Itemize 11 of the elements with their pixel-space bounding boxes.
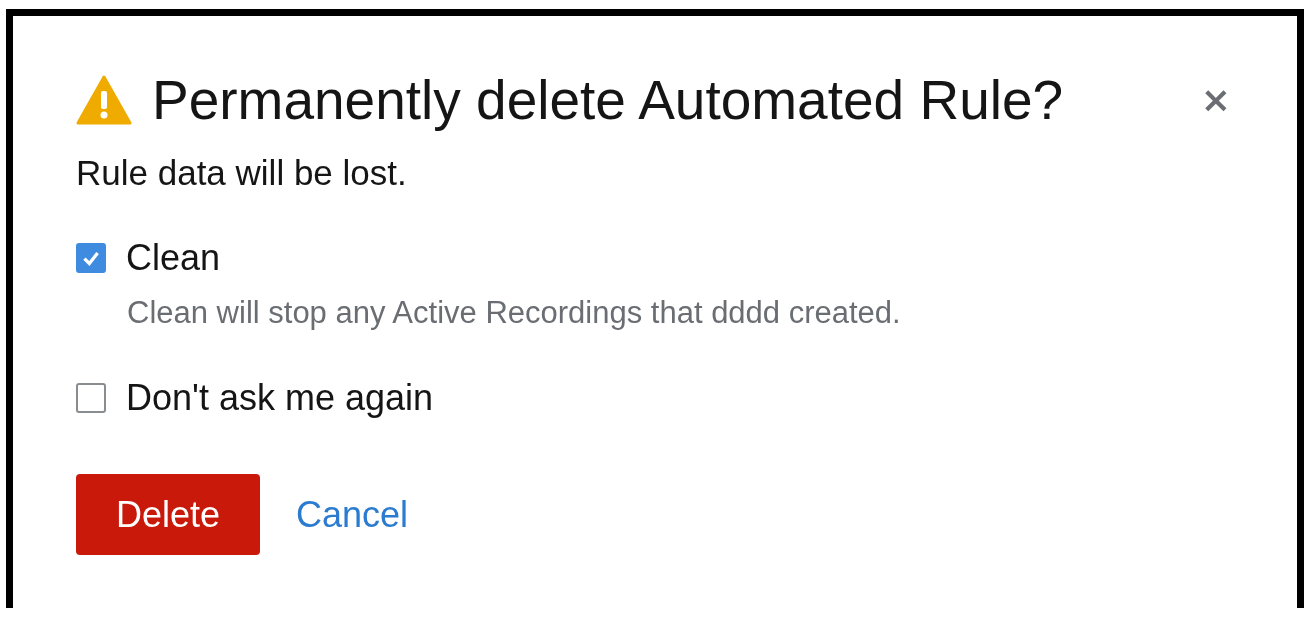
delete-button[interactable]: Delete [76, 474, 260, 555]
dialog-title: Permanently delete Automated Rule? [152, 68, 1065, 132]
checkbox-label: Don't ask me again [126, 376, 434, 419]
helper-text: Clean will stop any Active Recordings that dddd created. [127, 294, 902, 331]
dialog-description: Rule data will be lost. [76, 152, 408, 193]
checkbox[interactable] [76, 242, 106, 273]
checkbox[interactable] [76, 382, 106, 413]
close-button[interactable]: × [1198, 82, 1233, 118]
cancel-button[interactable]: Cancel [296, 493, 409, 536]
checkbox-label: Clean [126, 236, 221, 279]
warning-icon [76, 75, 132, 125]
